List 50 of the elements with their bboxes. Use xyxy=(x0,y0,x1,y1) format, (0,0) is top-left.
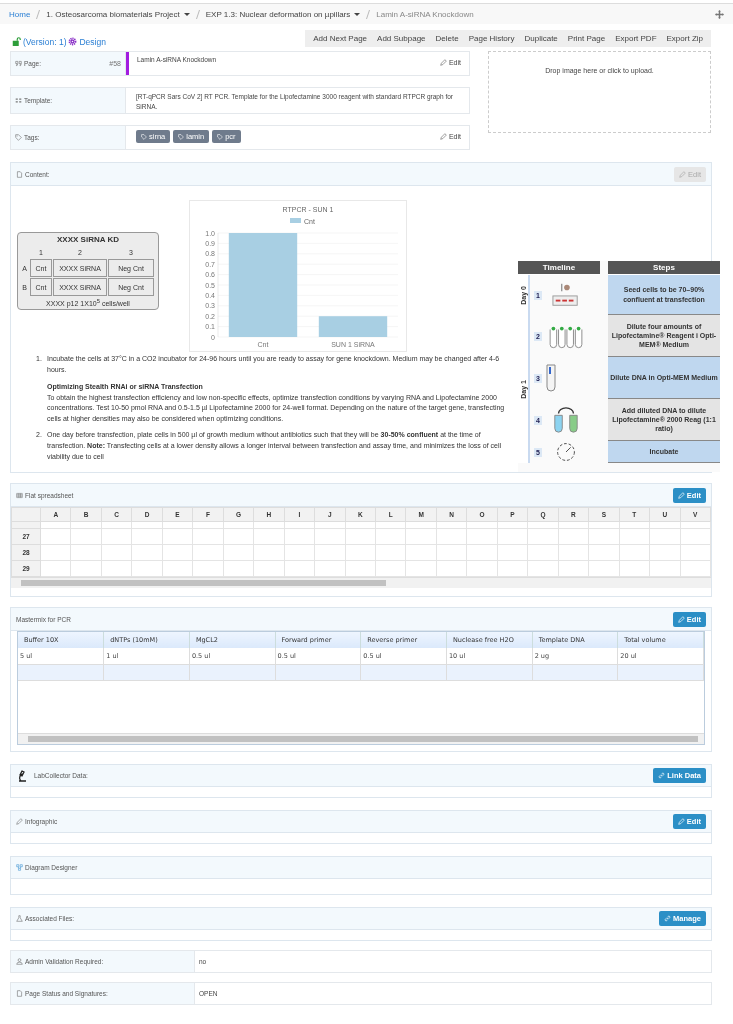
pencil-icon xyxy=(677,491,685,499)
breadcrumb-dropdown[interactable]: EXP 1.3: Nuclear deformation on µpillars xyxy=(205,9,361,19)
design-link[interactable]: Design xyxy=(79,36,106,47)
link-icon xyxy=(658,772,666,779)
breadcrumb-separator xyxy=(195,9,200,19)
microscope-icon xyxy=(16,769,28,782)
pencil-icon xyxy=(439,133,447,140)
pencil-icon xyxy=(679,170,687,178)
breadcrumb-separator xyxy=(36,9,41,19)
grid-icon xyxy=(15,97,22,104)
toolbar-button[interactable]: Export PDF xyxy=(610,34,662,43)
quote-icon xyxy=(15,60,22,67)
horizontal-scrollbar[interactable] xyxy=(18,733,704,744)
flask-icon xyxy=(16,915,23,922)
pencil-icon xyxy=(677,615,685,623)
toolbar-button[interactable]: Add Subpage xyxy=(372,34,431,43)
user-icon xyxy=(16,958,23,965)
diagram-icon xyxy=(16,864,23,871)
tag-icon xyxy=(178,134,185,140)
pencil-icon xyxy=(16,818,23,825)
unlock-icon xyxy=(12,37,21,46)
document-icon xyxy=(16,990,23,997)
toolbar-button[interactable]: Add Next Page xyxy=(308,34,373,43)
timeline-header: Timeline xyxy=(518,261,600,275)
table-icon xyxy=(16,491,23,499)
tag-icon xyxy=(15,134,22,141)
toolbar-button[interactable]: Delete xyxy=(430,34,464,43)
breadcrumb-link[interactable]: Home xyxy=(9,9,31,19)
tag-icon xyxy=(141,134,147,140)
plate-title: XXXX SiRNA KD xyxy=(56,235,120,244)
toolbar-button[interactable]: Export Zip xyxy=(661,34,708,43)
breadcrumb-separator xyxy=(366,9,371,19)
pencil-icon xyxy=(439,59,447,66)
link-icon xyxy=(664,915,672,922)
breadcrumb-dropdown[interactable]: 1. Osteosarcoma biomaterials Project xyxy=(46,9,190,19)
pencil-icon xyxy=(677,818,685,825)
version-link[interactable]: (Version: 1) xyxy=(23,36,67,47)
tag-icon xyxy=(217,134,224,140)
chart-bar xyxy=(318,316,388,337)
test-tube-icon xyxy=(545,364,556,392)
legend-swatch xyxy=(290,218,301,223)
horizontal-scrollbar[interactable] xyxy=(11,577,711,588)
toolbar-button[interactable]: Print Page xyxy=(562,34,611,43)
document-icon xyxy=(16,170,23,178)
toolbar-button[interactable]: Page History xyxy=(463,34,520,43)
steps-header: Steps xyxy=(608,261,720,275)
move-icon[interactable] xyxy=(715,9,724,19)
breadcrumb-current: Lamin A-siRNA Knockdown xyxy=(376,9,474,19)
toolbar-button[interactable]: Duplicate xyxy=(519,34,563,43)
gear-icon xyxy=(68,37,78,46)
